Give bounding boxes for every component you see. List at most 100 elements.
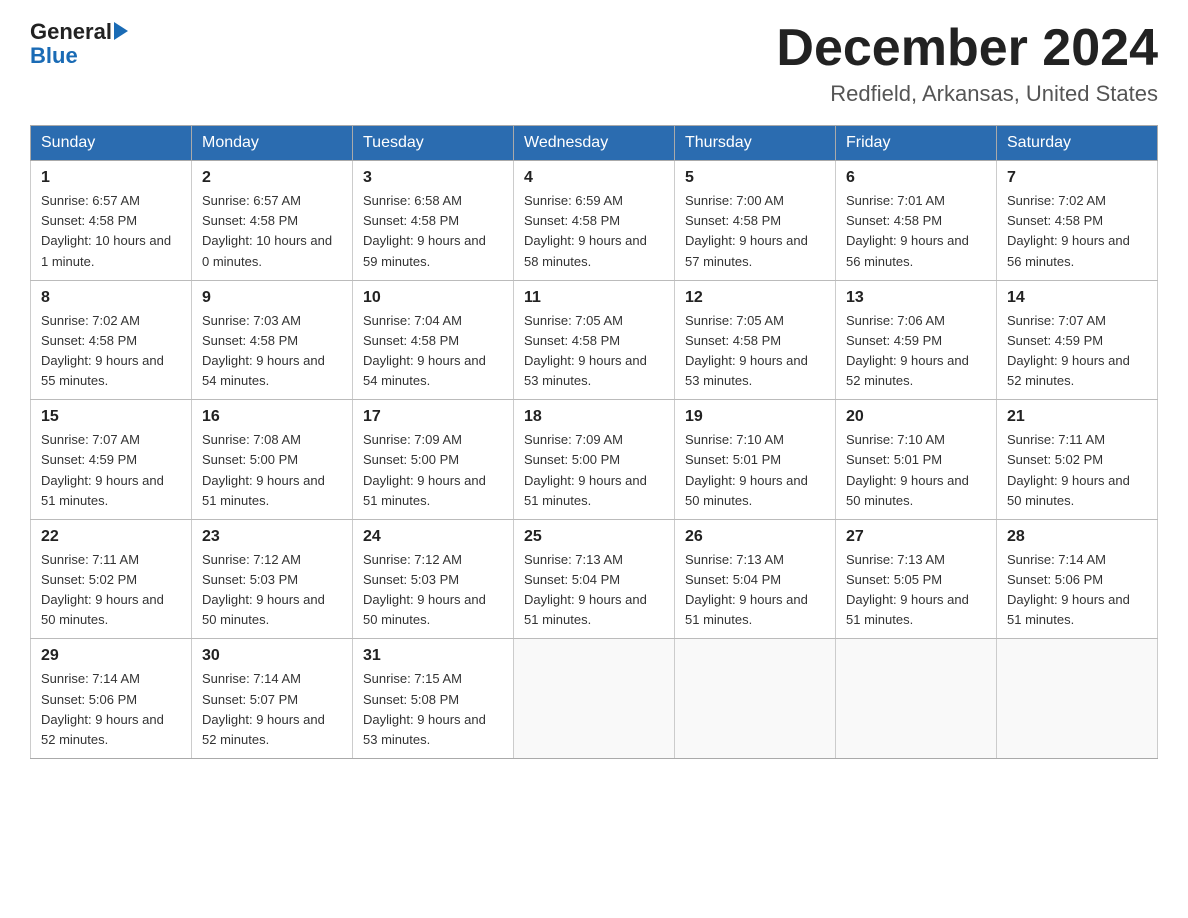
calendar-day-cell xyxy=(514,639,675,759)
page-header: General Blue December 2024 Redfield, Ark… xyxy=(30,20,1158,107)
day-number: 24 xyxy=(363,528,503,546)
calendar-day-cell: 24 Sunrise: 7:12 AMSunset: 5:03 PMDayligh… xyxy=(353,519,514,639)
day-number: 3 xyxy=(363,169,503,187)
weekday-header-monday: Monday xyxy=(192,126,353,161)
calendar-day-cell: 3Sunrise: 6:58 AMSunset: 4:58 PMDaylight… xyxy=(353,161,514,281)
day-number: 16 xyxy=(202,408,342,426)
day-number: 13 xyxy=(846,289,986,307)
calendar-day-cell: 11 Sunrise: 7:05 AMSunset: 4:58 PMDayligh… xyxy=(514,280,675,400)
day-number: 9 xyxy=(202,289,342,307)
day-number: 30 xyxy=(202,647,342,665)
calendar-week-row: 22Sunrise: 7:11 AMSunset: 5:02 PMDayligh… xyxy=(31,519,1158,639)
day-number: 31 xyxy=(363,647,503,665)
day-info: Sunrise: 7:00 AMSunset: 4:58 PMDaylight:… xyxy=(685,191,825,272)
day-info: Sunrise: 7:10 AMSunset: 5:01 PMDaylight:… xyxy=(846,430,986,511)
day-number: 4 xyxy=(524,169,664,187)
logo-text: General xyxy=(30,20,128,44)
day-info: Sunrise: 7:07 AMSunset: 4:59 PMDaylight:… xyxy=(41,430,181,511)
calendar-day-cell: 22Sunrise: 7:11 AMSunset: 5:02 PMDayligh… xyxy=(31,519,192,639)
weekday-header-row: SundayMondayTuesdayWednesdayThursdayFrid… xyxy=(31,126,1158,161)
day-number: 23 xyxy=(202,528,342,546)
day-info: Sunrise: 6:57 AMSunset: 4:58 PMDaylight:… xyxy=(202,191,342,272)
calendar-week-row: 8 Sunrise: 7:02 AMSunset: 4:58 PMDaylight… xyxy=(31,280,1158,400)
calendar-day-cell: 16 Sunrise: 7:08 AMSunset: 5:00 PMDayligh… xyxy=(192,400,353,520)
day-info: Sunrise: 7:09 AMSunset: 5:00 PMDaylight:… xyxy=(363,430,503,511)
calendar-day-cell: 8 Sunrise: 7:02 AMSunset: 4:58 PMDaylight… xyxy=(31,280,192,400)
day-info: Sunrise: 7:02 AMSunset: 4:58 PMDaylight:… xyxy=(41,311,181,392)
calendar-day-cell: 25 Sunrise: 7:13 AMSunset: 5:04 PMDayligh… xyxy=(514,519,675,639)
calendar-day-cell: 31Sunrise: 7:15 AMSunset: 5:08 PMDayligh… xyxy=(353,639,514,759)
calendar-day-cell: 21 Sunrise: 7:11 AMSunset: 5:02 PMDayligh… xyxy=(997,400,1158,520)
day-number: 5 xyxy=(685,169,825,187)
day-info: Sunrise: 7:01 AMSunset: 4:58 PMDaylight:… xyxy=(846,191,986,272)
day-info: Sunrise: 7:14 AMSunset: 5:06 PMDaylight:… xyxy=(1007,550,1147,631)
calendar-day-cell: 14Sunrise: 7:07 AMSunset: 4:59 PMDayligh… xyxy=(997,280,1158,400)
day-info: Sunrise: 7:14 AMSunset: 5:07 PMDaylight:… xyxy=(202,669,342,750)
day-number: 8 xyxy=(41,289,181,307)
calendar-day-cell xyxy=(836,639,997,759)
calendar-day-cell: 4 Sunrise: 6:59 AMSunset: 4:58 PMDaylight… xyxy=(514,161,675,281)
day-number: 10 xyxy=(363,289,503,307)
calendar-day-cell: 17Sunrise: 7:09 AMSunset: 5:00 PMDayligh… xyxy=(353,400,514,520)
day-info: Sunrise: 7:07 AMSunset: 4:59 PMDaylight:… xyxy=(1007,311,1147,392)
day-number: 27 xyxy=(846,528,986,546)
day-info: Sunrise: 7:13 AMSunset: 5:05 PMDaylight:… xyxy=(846,550,986,631)
calendar-day-cell: 12 Sunrise: 7:05 AMSunset: 4:58 PMDayligh… xyxy=(675,280,836,400)
calendar-table: SundayMondayTuesdayWednesdayThursdayFrid… xyxy=(30,125,1158,759)
day-number: 22 xyxy=(41,528,181,546)
weekday-header-wednesday: Wednesday xyxy=(514,126,675,161)
day-info: Sunrise: 6:59 AMSunset: 4:58 PMDaylight:… xyxy=(524,191,664,272)
calendar-day-cell: 13 Sunrise: 7:06 AMSunset: 4:59 PMDayligh… xyxy=(836,280,997,400)
weekday-header-saturday: Saturday xyxy=(997,126,1158,161)
day-info: Sunrise: 6:57 AMSunset: 4:58 PMDaylight:… xyxy=(41,191,181,272)
logo-arrow-icon xyxy=(114,22,128,40)
day-number: 2 xyxy=(202,169,342,187)
day-info: Sunrise: 7:13 AMSunset: 5:04 PMDaylight:… xyxy=(524,550,664,631)
calendar-week-row: 1Sunrise: 6:57 AMSunset: 4:58 PMDaylight… xyxy=(31,161,1158,281)
day-number: 20 xyxy=(846,408,986,426)
calendar-day-cell: 27 Sunrise: 7:13 AMSunset: 5:05 PMDayligh… xyxy=(836,519,997,639)
day-info: Sunrise: 7:11 AMSunset: 5:02 PMDaylight:… xyxy=(1007,430,1147,511)
calendar-day-cell: 23Sunrise: 7:12 AMSunset: 5:03 PMDayligh… xyxy=(192,519,353,639)
day-number: 26 xyxy=(685,528,825,546)
weekday-header-tuesday: Tuesday xyxy=(353,126,514,161)
day-info: Sunrise: 7:06 AMSunset: 4:59 PMDaylight:… xyxy=(846,311,986,392)
day-number: 29 xyxy=(41,647,181,665)
day-info: Sunrise: 7:03 AMSunset: 4:58 PMDaylight:… xyxy=(202,311,342,392)
day-info: Sunrise: 7:12 AMSunset: 5:03 PMDaylight:… xyxy=(363,550,503,631)
day-info: Sunrise: 7:08 AMSunset: 5:00 PMDaylight:… xyxy=(202,430,342,511)
calendar-day-cell: 10 Sunrise: 7:04 AMSunset: 4:58 PMDayligh… xyxy=(353,280,514,400)
calendar-day-cell: 6 Sunrise: 7:01 AMSunset: 4:58 PMDaylight… xyxy=(836,161,997,281)
calendar-week-row: 15 Sunrise: 7:07 AMSunset: 4:59 PMDayligh… xyxy=(31,400,1158,520)
day-number: 6 xyxy=(846,169,986,187)
calendar-day-cell: 18 Sunrise: 7:09 AMSunset: 5:00 PMDayligh… xyxy=(514,400,675,520)
calendar-day-cell: 20 Sunrise: 7:10 AMSunset: 5:01 PMDayligh… xyxy=(836,400,997,520)
day-number: 12 xyxy=(685,289,825,307)
day-number: 18 xyxy=(524,408,664,426)
location-title: Redfield, Arkansas, United States xyxy=(776,81,1158,107)
title-block: December 2024 Redfield, Arkansas, United… xyxy=(776,20,1158,107)
day-info: Sunrise: 7:05 AMSunset: 4:58 PMDaylight:… xyxy=(685,311,825,392)
day-info: Sunrise: 7:09 AMSunset: 5:00 PMDaylight:… xyxy=(524,430,664,511)
day-number: 28 xyxy=(1007,528,1147,546)
calendar-day-cell: 26 Sunrise: 7:13 AMSunset: 5:04 PMDayligh… xyxy=(675,519,836,639)
calendar-day-cell: 5 Sunrise: 7:00 AMSunset: 4:58 PMDaylight… xyxy=(675,161,836,281)
calendar-day-cell: 9 Sunrise: 7:03 AMSunset: 4:58 PMDaylight… xyxy=(192,280,353,400)
day-info: Sunrise: 7:13 AMSunset: 5:04 PMDaylight:… xyxy=(685,550,825,631)
day-number: 25 xyxy=(524,528,664,546)
day-info: Sunrise: 7:04 AMSunset: 4:58 PMDaylight:… xyxy=(363,311,503,392)
calendar-day-cell: 28 Sunrise: 7:14 AMSunset: 5:06 PMDayligh… xyxy=(997,519,1158,639)
day-number: 21 xyxy=(1007,408,1147,426)
day-number: 19 xyxy=(685,408,825,426)
day-info: Sunrise: 7:10 AMSunset: 5:01 PMDaylight:… xyxy=(685,430,825,511)
day-number: 15 xyxy=(41,408,181,426)
calendar-day-cell: 1Sunrise: 6:57 AMSunset: 4:58 PMDaylight… xyxy=(31,161,192,281)
calendar-day-cell xyxy=(675,639,836,759)
weekday-header-sunday: Sunday xyxy=(31,126,192,161)
weekday-header-thursday: Thursday xyxy=(675,126,836,161)
month-title: December 2024 xyxy=(776,20,1158,77)
day-info: Sunrise: 7:05 AMSunset: 4:58 PMDaylight:… xyxy=(524,311,664,392)
calendar-day-cell: 15 Sunrise: 7:07 AMSunset: 4:59 PMDayligh… xyxy=(31,400,192,520)
calendar-day-cell: 30 Sunrise: 7:14 AMSunset: 5:07 PMDayligh… xyxy=(192,639,353,759)
day-number: 11 xyxy=(524,289,664,307)
